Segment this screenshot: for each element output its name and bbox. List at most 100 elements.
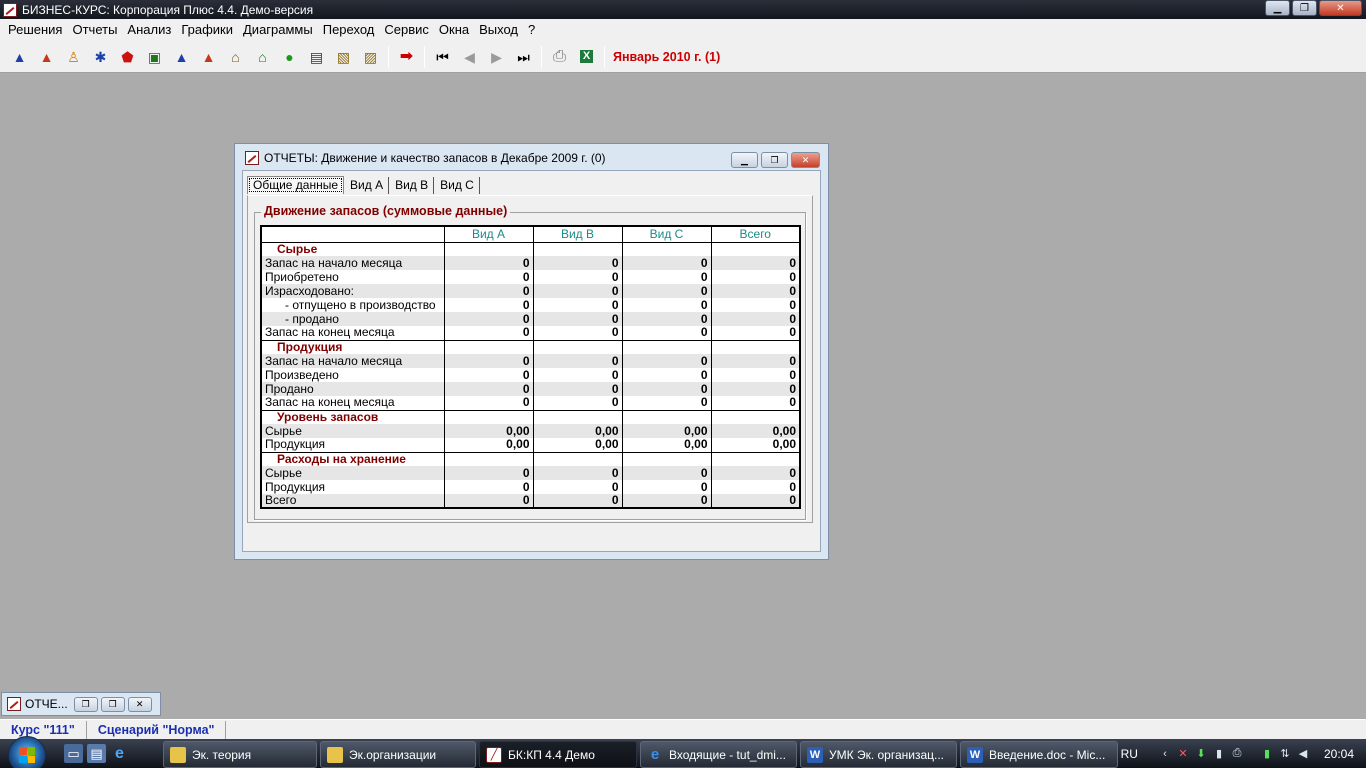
table-cell[interactable]: 0 xyxy=(622,354,712,368)
table-cell[interactable]: 0 xyxy=(622,466,712,480)
table-cell[interactable]: 0 xyxy=(711,466,800,480)
table-cell[interactable]: 0,00 xyxy=(444,424,534,438)
table-cell[interactable]: 0 xyxy=(444,312,534,326)
table-cell[interactable]: 0 xyxy=(533,312,623,326)
report-restore-button[interactable]: ❐ xyxy=(761,152,788,168)
table-cell[interactable]: 0 xyxy=(444,298,534,312)
table-cell[interactable]: 0 xyxy=(711,480,800,494)
menu-item[interactable]: Анализ xyxy=(122,19,176,41)
menu-item[interactable]: Графики xyxy=(176,19,238,41)
taskbar-button[interactable]: W Введение.doc - Mic... xyxy=(960,741,1118,768)
table-cell[interactable]: 0 xyxy=(444,256,534,270)
bank-icon[interactable]: ⌂ xyxy=(222,45,249,69)
table-cell[interactable]: 0 xyxy=(444,284,534,298)
table-cell[interactable]: 0,00 xyxy=(622,424,712,438)
table-cell[interactable]: 0 xyxy=(533,480,623,494)
table-cell[interactable]: 0 xyxy=(622,256,712,270)
app-tray-icon[interactable]: ✕ xyxy=(1176,747,1190,761)
next-period-icon[interactable]: ▶ xyxy=(483,45,510,69)
table-cell[interactable]: 0 xyxy=(622,396,712,410)
table-cell[interactable]: 0 xyxy=(533,298,623,312)
table-cell[interactable]: 0 xyxy=(533,466,623,480)
excel-icon[interactable]: X xyxy=(573,45,600,69)
restore-button[interactable]: ❐ xyxy=(1292,0,1317,16)
report-minimize-button[interactable]: ▁ xyxy=(731,152,758,168)
table-cell[interactable]: 0 xyxy=(711,368,800,382)
money-bag-icon[interactable]: ● xyxy=(276,45,303,69)
table-cell[interactable]: 0 xyxy=(533,396,623,410)
minimized-close-button[interactable]: ✕ xyxy=(127,696,152,712)
table-cell[interactable]: 0 xyxy=(622,284,712,298)
table-cell[interactable]: 0 xyxy=(711,256,800,270)
tab-kind-3[interactable]: Вид С xyxy=(436,177,480,194)
table-cell[interactable]: 0 xyxy=(711,354,800,368)
start-button[interactable] xyxy=(8,736,46,768)
credit-icon[interactable]: ⌂ xyxy=(249,45,276,69)
taskbar-button[interactable]: W УМК Эк. организац... xyxy=(800,741,957,768)
minimized-maximize-button[interactable]: ❐ xyxy=(100,696,125,712)
table-cell[interactable]: 0 xyxy=(533,494,623,508)
close-button[interactable]: ✕ xyxy=(1319,0,1362,16)
battery-icon[interactable]: ▮ xyxy=(1260,747,1274,761)
connection-icon[interactable]: ⇅ xyxy=(1278,747,1292,761)
menu-item[interactable]: Решения xyxy=(3,19,67,41)
table-cell[interactable]: 0 xyxy=(533,368,623,382)
table-cell[interactable]: 0 xyxy=(622,270,712,284)
table-cell[interactable]: 0 xyxy=(711,396,800,410)
menu-item[interactable]: ? xyxy=(523,19,540,41)
sales-icon[interactable]: ▲ xyxy=(168,45,195,69)
print-icon[interactable]: ⎙ xyxy=(546,45,573,69)
table-cell[interactable]: 0 xyxy=(444,480,534,494)
table-cell[interactable]: 0 xyxy=(533,382,623,396)
table-cell[interactable]: 0 xyxy=(622,480,712,494)
staff-icon[interactable]: ✱ xyxy=(87,45,114,69)
marketing-icon[interactable]: ▲ xyxy=(33,45,60,69)
supply-icon[interactable]: ▣ xyxy=(141,45,168,69)
printer-icon[interactable]: ⎙ xyxy=(1230,747,1244,761)
table-cell[interactable]: 0 xyxy=(711,312,800,326)
table-cell[interactable]: 0 xyxy=(533,256,623,270)
table-cell[interactable]: 0 xyxy=(622,494,712,508)
download-icon[interactable]: ⬇ xyxy=(1194,747,1208,761)
journal-icon[interactable]: ▨ xyxy=(357,45,384,69)
network-icon[interactable]: ▮ xyxy=(1212,747,1226,761)
table-cell[interactable]: 0 xyxy=(622,368,712,382)
finance-icon[interactable]: ▲ xyxy=(195,45,222,69)
next-step-icon[interactable]: ➡ xyxy=(393,45,420,69)
tab-kind-2[interactable]: Вид В xyxy=(391,177,435,194)
table-cell[interactable]: 0,00 xyxy=(711,438,800,452)
menu-item[interactable]: Сервис xyxy=(379,19,434,41)
table-cell[interactable]: 0 xyxy=(444,382,534,396)
show-desktop-icon[interactable]: ▭ xyxy=(64,744,83,763)
table-cell[interactable]: 0 xyxy=(711,494,800,508)
first-period-icon[interactable]: ⏮ xyxy=(429,45,456,69)
table-cell[interactable]: 0 xyxy=(711,284,800,298)
personnel-icon[interactable]: ♙ xyxy=(60,45,87,69)
switch-windows-icon[interactable]: ▤ xyxy=(87,744,106,763)
show-hidden-icons-icon[interactable]: ‹ xyxy=(1158,747,1172,761)
prev-period-icon[interactable]: ◀ xyxy=(456,45,483,69)
report-close-button[interactable]: ✕ xyxy=(791,152,820,168)
minimized-report-window[interactable]: ОТЧЕ... ❐ ❐ ✕ xyxy=(1,692,161,716)
table-cell[interactable]: 0 xyxy=(622,312,712,326)
taskbar-button[interactable]: Эк. теория xyxy=(163,741,317,768)
table-cell[interactable]: 0 xyxy=(622,298,712,312)
table-cell[interactable]: 0 xyxy=(444,396,534,410)
tab-kind-1[interactable]: Вид А xyxy=(346,177,390,194)
table-cell[interactable]: 0 xyxy=(533,354,623,368)
plan-icon[interactable]: ▲ xyxy=(6,45,33,69)
table-cell[interactable]: 0 xyxy=(444,354,534,368)
document-icon[interactable]: ▤ xyxy=(303,45,330,69)
language-indicator[interactable]: RU xyxy=(1121,747,1138,761)
volume-icon[interactable]: ◀ xyxy=(1296,747,1310,761)
clock[interactable]: 20:04 xyxy=(1324,747,1354,761)
table-cell[interactable]: 0,00 xyxy=(622,438,712,452)
table-cell[interactable]: 0 xyxy=(444,494,534,508)
menu-item[interactable]: Переход xyxy=(318,19,380,41)
minimize-button[interactable]: ▁ xyxy=(1265,0,1290,16)
production-icon[interactable]: ⬟ xyxy=(114,45,141,69)
table-cell[interactable]: 0 xyxy=(444,270,534,284)
table-cell[interactable]: 0 xyxy=(711,382,800,396)
last-period-icon[interactable]: ⏭ xyxy=(510,45,537,69)
menu-item[interactable]: Отчеты xyxy=(67,19,122,41)
